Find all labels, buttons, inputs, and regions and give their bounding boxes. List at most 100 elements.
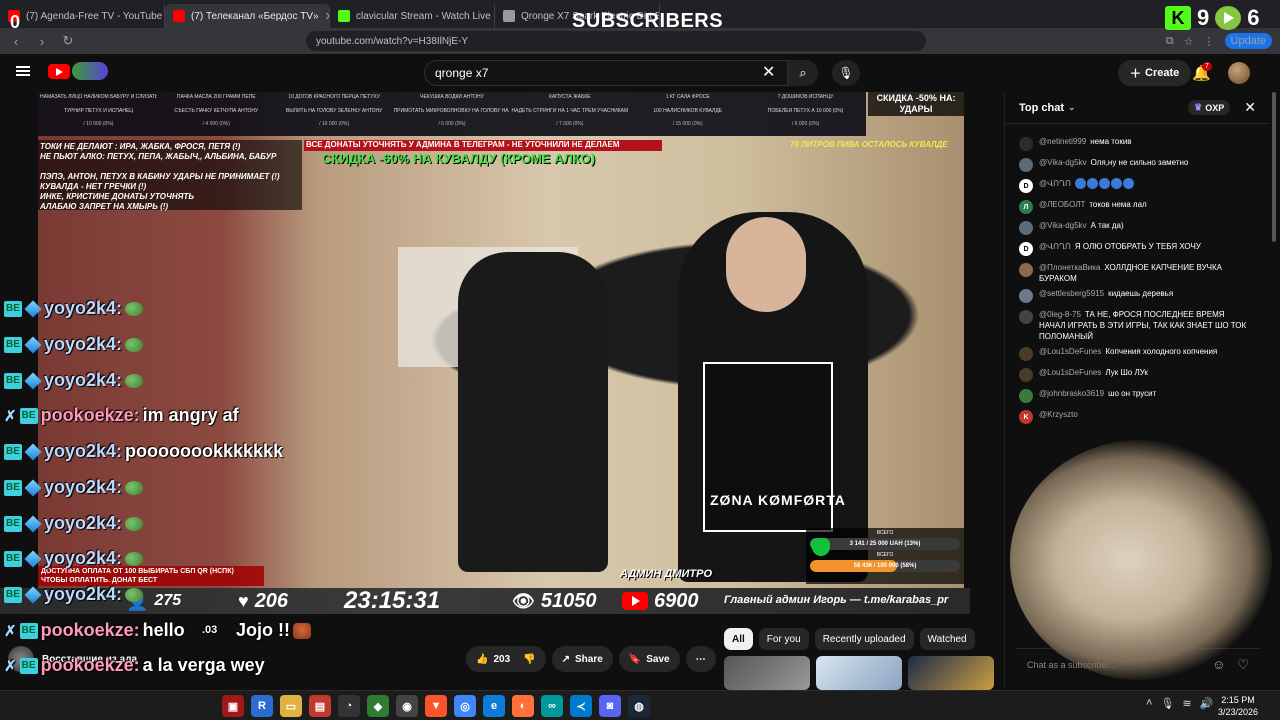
obs-icon[interactable]: ◉ <box>396 695 418 717</box>
chat-author[interactable]: @Lou1sDeFunes <box>1039 368 1101 377</box>
close-icon[interactable]: ✕ <box>1244 99 1256 116</box>
app-icon-r[interactable]: R <box>251 695 273 717</box>
reload-icon[interactable]: ↻ <box>60 33 76 49</box>
thumbs-down-icon[interactable]: 👎 <box>523 654 535 665</box>
chat-message-list[interactable]: @netineti999 нема токив @Vika-dg5kv Оля,ну … <box>1005 134 1261 428</box>
update-button[interactable]: Update <box>1224 33 1272 49</box>
chat-avatar[interactable]: K <box>1019 410 1033 424</box>
chat-message[interactable]: @Lou1sDeFunes Лук Шо ЛУк <box>1005 365 1261 386</box>
chevron-up-icon[interactable]: ˄ <box>1146 697 1152 710</box>
thumbnail[interactable] <box>724 656 810 690</box>
discord-icon[interactable]: ◙ <box>599 695 621 717</box>
chat-avatar[interactable] <box>1019 389 1033 403</box>
bookmark-icon[interactable]: ☆ <box>1184 35 1194 48</box>
chrome-icon[interactable]: ◎ <box>454 695 476 717</box>
chip-all[interactable]: All <box>724 628 753 650</box>
steam-icon[interactable]: ◍ <box>628 695 650 717</box>
forward-icon[interactable]: › <box>34 34 50 49</box>
chat-author[interactable]: @Vika-dg5kv <box>1039 158 1087 167</box>
chat-author[interactable]: @Krzyszto <box>1039 410 1078 419</box>
clear-search-icon[interactable]: ✕ <box>762 62 775 82</box>
chat-author[interactable]: @ՎՈՂՈ <box>1039 179 1071 188</box>
chat-author[interactable]: @0leg-8-75 <box>1039 310 1081 319</box>
chat-message[interactable]: K @Krzyszto <box>1005 407 1261 428</box>
address-bar[interactable]: youtube.com/watch?v=H38IlNjE-Y <box>306 31 926 51</box>
chat-message[interactable]: Л @ЛЕОБОЛТ токов нема лал <box>1005 197 1261 218</box>
browser-tab[interactable]: (7) Телеканал «Бердос TV»✕ <box>165 4 330 28</box>
oxp-badge[interactable]: ♛ OXP <box>1188 100 1231 115</box>
volume-icon[interactable]: 🔊 <box>1200 697 1214 710</box>
system-clock[interactable]: 2:15 PM 3/23/2026 <box>1218 694 1258 718</box>
chat-author[interactable]: @Vika-dg5kv <box>1039 221 1087 230</box>
chat-author[interactable]: @netineti999 <box>1039 137 1086 146</box>
app-icon-news[interactable]: ▤ <box>309 695 331 717</box>
chat-author[interactable]: @ЛЕОБОЛТ <box>1039 200 1085 209</box>
thumbnail[interactable] <box>908 656 994 690</box>
heart-icon[interactable]: ♡ <box>1237 657 1249 673</box>
clock-app-icon[interactable]: ◔ <box>338 695 360 717</box>
chat-message[interactable]: @johnbrasko3619 шо он трусит <box>1005 386 1261 407</box>
shield-app-icon[interactable]: ◆ <box>367 695 389 717</box>
chat-message[interactable]: D @ՎՈՂՈ Я ОЛЮ ОТОБРАТЬ У ТЕБЯ ХОЧУ <box>1005 239 1261 260</box>
chat-avatar[interactable] <box>1019 310 1033 324</box>
edge-icon[interactable]: e <box>483 695 505 717</box>
firefox-icon[interactable]: ◐ <box>512 695 534 717</box>
app-icon-red[interactable]: ▣ <box>222 695 244 717</box>
like-button[interactable]: 👍 203 👎 <box>466 646 546 672</box>
chat-avatar[interactable] <box>1019 368 1033 382</box>
menu-icon[interactable]: ⋮ <box>1204 35 1215 48</box>
chat-avatar[interactable] <box>1019 137 1033 151</box>
chevron-down-icon[interactable]: ⌄ <box>1068 102 1076 113</box>
vscode-icon[interactable]: ≺ <box>570 695 592 717</box>
chat-author[interactable]: @ՎՈՂՈ <box>1039 242 1071 251</box>
chat-message[interactable]: @settlesberg5915 кидаешь деревья <box>1005 286 1261 307</box>
chat-message[interactable]: D @ՎՈՂՈ <box>1005 176 1261 197</box>
search-button[interactable]: ⌕ <box>788 60 818 86</box>
search-input[interactable]: qronge x7 <box>424 60 788 86</box>
thumbnail[interactable] <box>816 656 902 690</box>
chip-recently-uploaded[interactable]: Recently uploaded <box>814 628 914 650</box>
hamburger-menu-icon[interactable] <box>16 66 30 76</box>
chat-message[interactable]: @ПлонеткаВика ХОЛЛДНОЕ КАПЧЕНИЕ ВУЧКА БУР… <box>1005 260 1261 286</box>
extensions-icon[interactable]: ⧉ <box>1166 35 1174 48</box>
chat-avatar[interactable]: D <box>1019 242 1033 256</box>
scrollbar-thumb[interactable] <box>1272 92 1276 242</box>
chat-avatar[interactable] <box>1019 221 1033 235</box>
youtube-logo[interactable] <box>48 64 70 79</box>
chip-for-you[interactable]: For you <box>758 628 809 650</box>
chat-message[interactable]: @netineti999 нема токив <box>1005 134 1261 155</box>
file-explorer-icon[interactable]: ▭ <box>280 695 302 717</box>
wifi-icon[interactable]: ≋ <box>1182 697 1191 710</box>
brave-icon[interactable]: ▼ <box>425 695 447 717</box>
youtube-doodle[interactable] <box>72 62 108 80</box>
chat-avatar[interactable] <box>1019 347 1033 361</box>
chat-message[interactable]: @Vika-dg5kv А так да) <box>1005 218 1261 239</box>
back-icon[interactable]: ‹ <box>8 34 24 49</box>
voice-search-button[interactable]: 🎙 <box>832 60 860 86</box>
more-actions-button[interactable]: ⋯ <box>685 646 716 672</box>
create-button[interactable]: ＋ Create <box>1118 60 1192 86</box>
chat-author[interactable]: @Lou1sDeFunes <box>1039 347 1101 356</box>
chip-watched[interactable]: Watched <box>919 628 975 650</box>
account-avatar[interactable] <box>1228 62 1250 84</box>
chat-avatar[interactable]: Л <box>1019 200 1033 214</box>
chat-author[interactable]: @johnbrasko3619 <box>1039 389 1104 398</box>
chat-avatar[interactable] <box>1019 263 1033 277</box>
chat-message[interactable]: @Lou1sDeFunes Копчения холодного копчения <box>1005 344 1261 365</box>
sword-badge-icon: ✗ <box>4 407 17 425</box>
mic-tray-icon[interactable]: 🎙 <box>1160 697 1174 710</box>
arduino-icon[interactable]: ∞ <box>541 695 563 717</box>
page-scrollbar[interactable] <box>1270 92 1278 688</box>
share-button[interactable]: ↗ Share <box>551 646 613 672</box>
browser-tab[interactable]: clavicular Stream - Watch Live on Ki✕ <box>330 4 495 28</box>
chat-message[interactable]: @Vika-dg5kv Оля,ну не сильно заметно <box>1005 155 1261 176</box>
chat-avatar[interactable] <box>1019 289 1033 303</box>
chat-mode-dropdown[interactable]: Top chat <box>1019 102 1064 114</box>
chat-message[interactable]: @0leg-8-75 ТА НЕ, ФРОСЯ ПОСЛЕДНЕЕ ВРЕМЯ Н… <box>1005 307 1261 344</box>
chat-avatar[interactable]: D <box>1019 179 1033 193</box>
chat-author[interactable]: @ПлонеткаВика <box>1039 263 1100 272</box>
chat-author[interactable]: @settlesberg5915 <box>1039 289 1104 298</box>
chat-avatar[interactable] <box>1019 158 1033 172</box>
browser-tab[interactable]: (7) Agenda-Free TV - YouTube✕ <box>0 4 165 28</box>
save-button[interactable]: 🔖 Save <box>618 646 680 672</box>
